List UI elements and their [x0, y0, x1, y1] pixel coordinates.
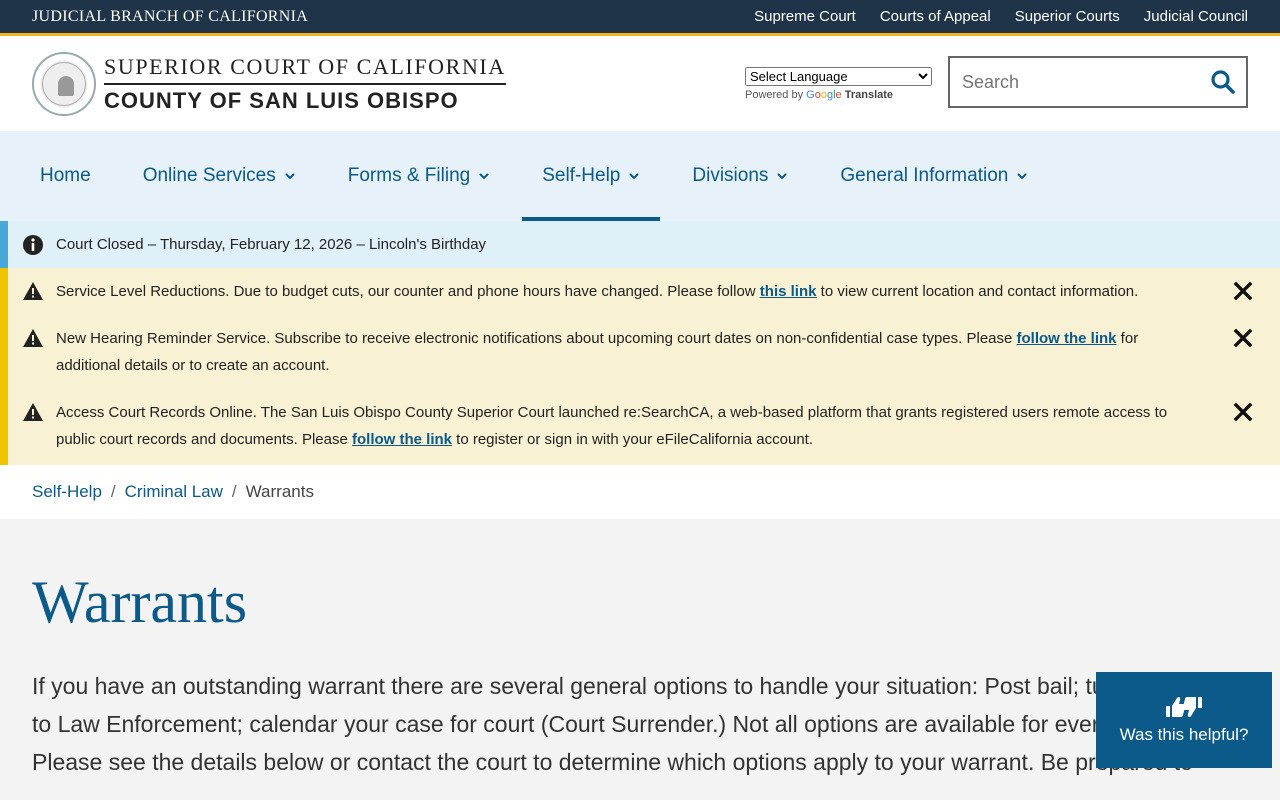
link-courts-of-appeal[interactable]: Courts of Appeal: [880, 8, 991, 25]
chevron-down-icon: [479, 173, 489, 180]
nav-label: Divisions: [692, 165, 769, 186]
breadcrumb-separator: /: [110, 482, 116, 501]
translate-link[interactable]: Translate: [845, 89, 893, 101]
this-link[interactable]: this link: [760, 283, 817, 300]
judicial-branch-bar: JUDICIAL BRANCH OF CALIFORNIA Supreme Co…: [0, 0, 1280, 36]
court-seal-logo[interactable]: [32, 51, 96, 116]
close-icon[interactable]: [1232, 327, 1254, 349]
breadcrumb-current: Warrants: [245, 482, 314, 501]
warning-icon: [23, 403, 43, 421]
thumbs-up-down-icon: [1166, 696, 1202, 718]
powered-by-google: Powered by Google Translate: [745, 89, 932, 101]
main-navigation: Home Online Services Forms & Filing Self…: [0, 131, 1280, 221]
chevron-down-icon: [1017, 173, 1028, 180]
warning-alerts: Service Level Reductions. Due to budget …: [0, 268, 1280, 465]
info-icon: [23, 234, 43, 255]
court-closed-text: Court Closed – Thursday, February 12, 20…: [56, 236, 487, 253]
nav-label: Online Services: [142, 165, 276, 186]
breadcrumb-self-help[interactable]: Self-Help: [32, 482, 102, 502]
page-title: Warrants: [32, 569, 248, 635]
nav-self-help[interactable]: Self-Help: [522, 131, 661, 221]
chevron-down-icon: [629, 173, 640, 180]
link-superior-courts[interactable]: Superior Courts: [1015, 8, 1120, 25]
court-name-line1: SUPERIOR COURT OF CALIFORNIA: [104, 54, 506, 85]
site-header: SUPERIOR COURT OF CALIFORNIA COUNTY OF S…: [0, 36, 1280, 131]
warning-icon: [23, 282, 43, 300]
nav-label: Self-Help: [542, 165, 621, 186]
court-closed-alert: Court Closed – Thursday, February 12, 20…: [0, 221, 1280, 268]
follow-the-link[interactable]: follow the link: [1017, 330, 1117, 347]
search-input[interactable]: [950, 71, 1200, 93]
breadcrumb-separator: /: [231, 482, 237, 501]
warning-icon: [23, 329, 43, 347]
nav-label: Forms & Filing: [347, 165, 471, 186]
breadcrumb-criminal-law[interactable]: Criminal Law: [125, 482, 223, 502]
warning-text: New Hearing Reminder Service. Subscribe …: [56, 330, 1139, 374]
warning-alert-service-reductions: Service Level Reductions. Due to budget …: [8, 278, 1280, 305]
nav-home[interactable]: Home: [20, 131, 111, 221]
warning-alert-court-records: Access Court Records Online. The San Lui…: [8, 399, 1280, 453]
branch-links: Supreme Court Courts of Appeal Superior …: [754, 8, 1248, 25]
court-name-line2: COUNTY OF SAN LUIS OBISPO: [104, 87, 459, 113]
close-icon[interactable]: [1232, 280, 1254, 302]
main-content: Warrants If you have an outstanding warr…: [0, 519, 1280, 781]
intro-paragraph: If you have an outstanding warrant there…: [32, 673, 1237, 775]
warning-text: Access Court Records Online. The San Lui…: [56, 404, 1168, 448]
google-wordmark: Google: [806, 89, 842, 101]
nav-general-information[interactable]: General Information: [820, 131, 1048, 221]
link-judicial-council[interactable]: Judicial Council: [1144, 8, 1248, 25]
link-supreme-court[interactable]: Supreme Court: [754, 8, 856, 25]
chevron-down-icon: [777, 173, 788, 180]
judicial-branch-title[interactable]: JUDICIAL BRANCH OF CALIFORNIA: [32, 8, 308, 26]
close-icon[interactable]: [1232, 401, 1254, 423]
feedback-label: Was this helpful?: [1119, 725, 1249, 744]
search-box: [948, 56, 1248, 108]
nav-label: General Information: [840, 165, 1009, 186]
google-translate-widget: Select Language Powered by Google Transl…: [745, 67, 932, 101]
nav-label: Home: [40, 165, 91, 186]
language-select[interactable]: Select Language: [745, 67, 932, 86]
chevron-down-icon: [285, 173, 295, 180]
warning-alert-hearing-reminder: New Hearing Reminder Service. Subscribe …: [8, 325, 1280, 379]
breadcrumb: Self-Help / Criminal Law / Warrants: [0, 465, 1280, 519]
powered-by-label: Powered by: [745, 89, 804, 101]
nav-online-services[interactable]: Online Services: [123, 131, 316, 221]
was-this-helpful-button[interactable]: Was this helpful?: [1096, 672, 1272, 768]
search-icon[interactable]: [1210, 69, 1236, 95]
warning-text: Service Level Reductions. Due to budget …: [56, 283, 1139, 300]
nav-forms-filing[interactable]: Forms & Filing: [328, 131, 510, 221]
follow-the-link[interactable]: follow the link: [352, 431, 452, 448]
court-name[interactable]: SUPERIOR COURT OF CALIFORNIA COUNTY OF S…: [104, 54, 506, 114]
nav-divisions[interactable]: Divisions: [672, 131, 808, 221]
